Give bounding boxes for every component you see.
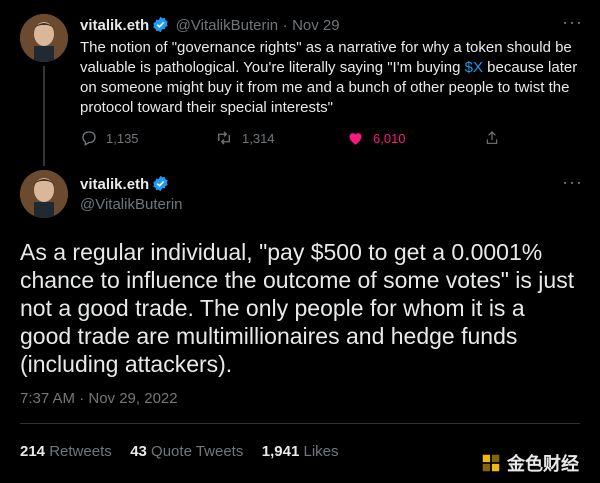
tweet-text: The notion of "governance rights" as a n…: [80, 38, 580, 118]
verified-badge-icon: [152, 16, 169, 38]
retweet-button[interactable]: 1,314: [214, 129, 275, 147]
tweet-header: vitalik.eth: [80, 175, 169, 197]
separator-dot: ·: [282, 17, 288, 34]
watermark: 金色财经: [480, 450, 579, 476]
retweet-count: 1,314: [242, 130, 275, 146]
thread-connector: [43, 66, 45, 166]
likes-count: 1,941: [261, 443, 300, 460]
likes-stat[interactable]: 1,941 Likes: [262, 443, 339, 460]
share-icon: [486, 131, 498, 144]
tweet-date[interactable]: Nov 29: [292, 17, 340, 34]
reply-button[interactable]: 1,135: [80, 129, 139, 147]
watermark-logo-icon: [482, 454, 500, 472]
tweet-timestamp[interactable]: 7:37 AM · Nov 29, 2022: [20, 390, 178, 407]
watermark-text: 金色财经: [507, 454, 579, 474]
quotes-stat[interactable]: 43 Quote Tweets: [130, 443, 243, 460]
heart-icon: [349, 133, 362, 145]
reply-count: 1,135: [106, 130, 139, 146]
quotes-label: Quote Tweets: [151, 443, 244, 460]
retweets-count: 214: [20, 443, 46, 460]
cashtag-link[interactable]: $X: [465, 59, 483, 76]
quotes-count: 43: [130, 443, 147, 460]
author-handle[interactable]: @VitalikButerin: [176, 17, 279, 34]
author-name[interactable]: vitalik.eth: [80, 17, 149, 34]
like-count: 6,010: [373, 130, 406, 146]
divider: [20, 423, 580, 424]
more-options-icon[interactable]: ···: [562, 172, 583, 193]
more-options-icon[interactable]: ···: [562, 12, 583, 33]
share-button[interactable]: [484, 129, 500, 147]
retweet-icon: [218, 131, 230, 145]
avatar[interactable]: [20, 170, 68, 218]
avatar[interactable]: [20, 14, 68, 62]
verified-badge-icon: [152, 175, 169, 197]
author-name[interactable]: vitalik.eth: [80, 176, 149, 193]
retweets-label: Retweets: [49, 443, 112, 460]
retweets-stat[interactable]: 214 Retweets: [20, 443, 112, 460]
like-button[interactable]: 6,010: [346, 129, 406, 147]
main-tweet-text: As a regular individual, "pay $500 to ge…: [20, 239, 575, 377]
reply-icon: [82, 131, 96, 146]
engagement-stats: 214 Retweets 43 Quote Tweets 1,941 Likes: [20, 443, 339, 461]
likes-label: Likes: [303, 443, 339, 460]
author-handle[interactable]: @VitalikButerin: [80, 196, 183, 213]
tweet-header: vitalik.eth @VitalikButerin · Nov 29: [80, 16, 340, 38]
